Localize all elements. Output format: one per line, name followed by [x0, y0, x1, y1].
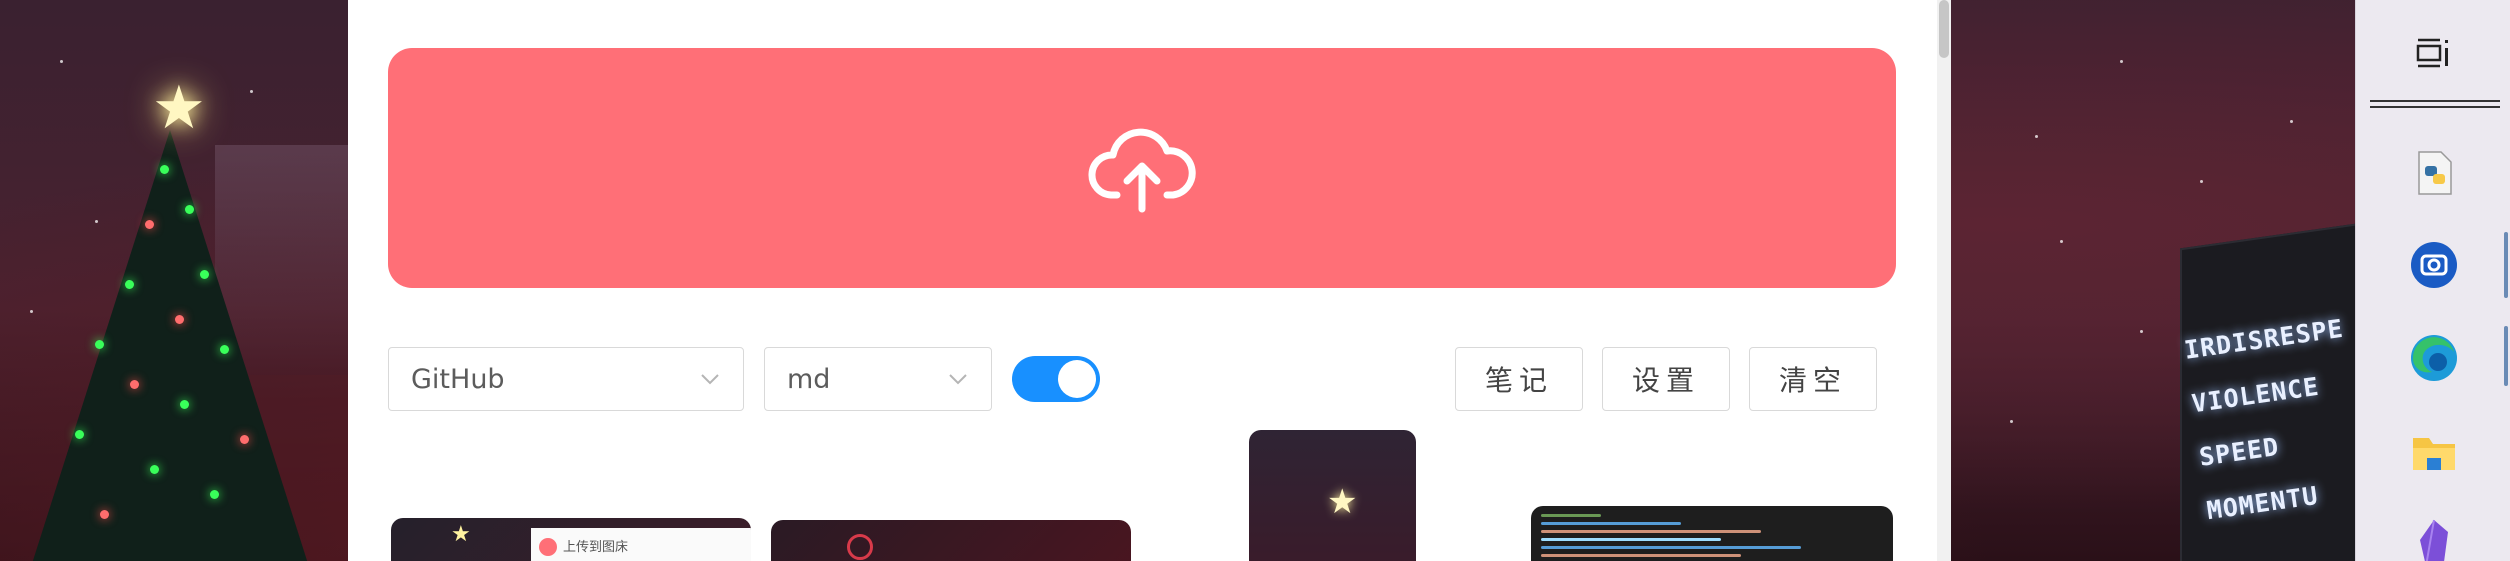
- taskbar-active-indicator: [2504, 232, 2508, 298]
- taskbar-edge-browser[interactable]: [2356, 332, 2510, 384]
- taskbar-file-explorer[interactable]: [2356, 430, 2510, 476]
- monolith-text: IRDISRESPE VIOLENCE SPEED MOMENTU: [2181, 302, 2355, 538]
- camera-app-icon: [2410, 242, 2457, 288]
- clear-button[interactable]: 清空: [1749, 347, 1877, 411]
- file-explorer-icon: [2412, 438, 2455, 470]
- scrollbar-thumb[interactable]: [1939, 0, 1949, 58]
- taskbar-separator: [2370, 100, 2500, 108]
- tree-star-icon: ★: [152, 73, 206, 143]
- toggle-switch[interactable]: [1012, 356, 1100, 402]
- python-file-icon: [2417, 151, 2452, 195]
- taskbar-menu-button[interactable]: [2356, 32, 2510, 72]
- taskbar-menu-icon: [2416, 38, 2448, 68]
- edge-browser-icon: [2410, 335, 2457, 381]
- image-thumbnail[interactable]: [771, 520, 1131, 561]
- settings-button[interactable]: 设置: [1602, 347, 1730, 411]
- notes-button[interactable]: 笔记: [1455, 347, 1583, 411]
- obsidian-icon: [2419, 519, 2448, 561]
- chevron-down-icon: [949, 374, 967, 385]
- image-thumbnail[interactable]: [1531, 506, 1893, 561]
- platform-select[interactable]: GitHub: [388, 347, 744, 411]
- format-select[interactable]: md: [764, 347, 992, 411]
- platform-select-value: GitHub: [411, 363, 505, 395]
- chevron-down-icon: [701, 374, 719, 385]
- vertical-scrollbar[interactable]: [1937, 0, 1951, 561]
- christmas-tree: ★: [0, 70, 340, 561]
- thumbnail-dialog-text: 上传到图床: [563, 540, 629, 555]
- image-thumbnail[interactable]: ★: [1249, 430, 1416, 561]
- image-uploader-window: GitHub md 笔记 设置 清空 ★ 上传到图床 ★: [348, 0, 1951, 561]
- toggle-knob: [1058, 360, 1096, 398]
- cloud-upload-icon: [1088, 128, 1196, 213]
- format-select-value: md: [787, 363, 831, 395]
- taskbar-python-file[interactable]: [2356, 148, 2510, 198]
- upload-drop-zone[interactable]: [388, 48, 1896, 288]
- uploaded-images-grid: ★ 上传到图床 ★: [388, 430, 1908, 561]
- taskbar-active-indicator: [2504, 326, 2508, 386]
- toolbar: GitHub md 笔记 设置 清空: [388, 347, 1896, 411]
- taskbar: [2355, 0, 2510, 561]
- taskbar-obsidian[interactable]: [2356, 518, 2510, 561]
- taskbar-camera-app[interactable]: [2356, 240, 2510, 290]
- image-thumbnail[interactable]: ★ 上传到图床: [391, 518, 751, 561]
